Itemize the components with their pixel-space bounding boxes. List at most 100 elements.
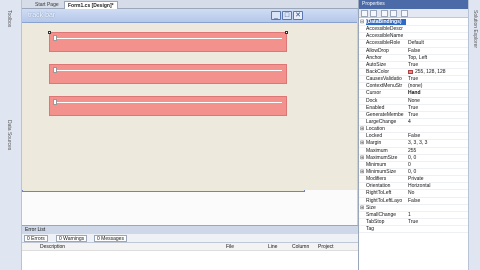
column-column[interactable]: Column bbox=[292, 243, 309, 251]
property-value[interactable]: True bbox=[408, 62, 468, 68]
property-row[interactable]: AllowDrop False bbox=[359, 48, 469, 55]
column-file[interactable]: File bbox=[226, 243, 234, 251]
property-row[interactable]: Tag bbox=[359, 226, 469, 234]
property-value[interactable]: 4 bbox=[408, 119, 468, 125]
property-row[interactable]: ⊞ MinimumSize 0, 0 bbox=[359, 169, 469, 177]
property-row[interactable]: RightToLeft No bbox=[359, 190, 469, 198]
property-value[interactable]: 3, 3, 3, 3 bbox=[408, 140, 468, 146]
property-row[interactable]: ⊞ Location bbox=[359, 126, 469, 134]
property-row[interactable]: ⊟ (DataBindings) bbox=[359, 19, 469, 27]
tab-form1-design[interactable]: Form1.cs [Design]* bbox=[64, 1, 118, 9]
property-value[interactable]: 1 bbox=[408, 212, 468, 218]
property-row[interactable]: Cursor Hand bbox=[359, 90, 469, 98]
tab-start-page[interactable]: Start Page bbox=[32, 1, 62, 9]
property-value[interactable]: 255, 128, 128 bbox=[408, 69, 468, 75]
property-row[interactable]: RightToLeftLayo False bbox=[359, 198, 469, 205]
solution-explorer-tab-label[interactable]: Solution Explorer bbox=[472, 10, 478, 48]
property-value[interactable]: True bbox=[408, 105, 468, 111]
close-button[interactable]: ✕ bbox=[293, 11, 303, 20]
solution-explorer-strip[interactable]: Solution Explorer bbox=[468, 0, 480, 270]
property-value[interactable]: False bbox=[408, 133, 468, 139]
categorized-icon[interactable] bbox=[361, 10, 368, 17]
property-name: Maximum bbox=[366, 147, 388, 154]
property-value[interactable]: 255 bbox=[408, 148, 468, 154]
property-value[interactable]: True bbox=[408, 112, 468, 118]
trackbar-thumb[interactable] bbox=[53, 35, 57, 41]
maximize-button[interactable]: □ bbox=[282, 11, 292, 20]
column-line[interactable]: Line bbox=[268, 243, 277, 251]
property-value[interactable]: (none) bbox=[408, 83, 468, 89]
toolbox-strip[interactable]: Toolbox Data Sources bbox=[0, 0, 22, 270]
expand-icon[interactable]: ⊞ bbox=[360, 169, 364, 175]
events-icon[interactable] bbox=[390, 10, 397, 17]
property-value[interactable]: Top, Left bbox=[408, 55, 468, 61]
property-row[interactable]: Orientation Horizontal bbox=[359, 183, 469, 191]
property-value[interactable]: True bbox=[408, 219, 468, 225]
properties-panel[interactable]: Properties ⊟ (DataBindings) AccessibleDesc… bbox=[358, 0, 469, 270]
toolbox-tab-label[interactable]: Toolbox bbox=[6, 10, 12, 27]
column-project[interactable]: Project bbox=[318, 243, 334, 251]
expand-icon[interactable]: ⊞ bbox=[360, 140, 364, 146]
messages-tab[interactable]: 0 Messages bbox=[94, 235, 127, 242]
property-row[interactable]: AutoSize True bbox=[359, 62, 469, 69]
expand-icon[interactable]: ⊞ bbox=[360, 205, 364, 211]
property-value[interactable]: None bbox=[408, 98, 468, 104]
form-titlebar[interactable]: track bar _ □ ✕ bbox=[22, 9, 357, 23]
error-list-panel[interactable]: Error List 0 Errors 0 Warnings 0 Message… bbox=[22, 225, 358, 270]
property-pages-icon[interactable] bbox=[401, 10, 408, 17]
expand-icon[interactable]: ⊟ bbox=[360, 19, 364, 25]
errors-tab[interactable]: 0 Errors bbox=[24, 235, 48, 242]
property-row[interactable]: Dock None bbox=[359, 98, 469, 105]
property-row[interactable]: Locked False bbox=[359, 133, 469, 141]
trackbar-1[interactable] bbox=[48, 31, 288, 52]
property-name: Enabled bbox=[366, 104, 385, 111]
column-description[interactable]: Description bbox=[40, 243, 65, 251]
property-row[interactable]: AccessibleName bbox=[359, 33, 469, 41]
form-window[interactable]: track bar _ □ ✕ bbox=[22, 9, 357, 192]
property-value[interactable]: 0 bbox=[408, 162, 468, 168]
properties-icon[interactable] bbox=[381, 10, 388, 17]
property-value[interactable]: False bbox=[408, 48, 468, 54]
property-value[interactable]: Hand bbox=[408, 90, 468, 96]
property-row[interactable]: AccessibleRole Default bbox=[359, 40, 469, 48]
property-value[interactable]: 0, 0 bbox=[408, 155, 468, 161]
warnings-tab[interactable]: 0 Warnings bbox=[56, 235, 88, 242]
trackbar-2[interactable] bbox=[49, 64, 287, 84]
property-row[interactable]: AccessibleDescr bbox=[359, 26, 469, 34]
trackbar-thumb[interactable] bbox=[53, 67, 57, 73]
property-value[interactable]: No bbox=[408, 190, 468, 196]
property-value[interactable]: Default bbox=[408, 40, 468, 46]
property-value[interactable]: True bbox=[408, 76, 468, 82]
property-row[interactable]: ⊞ MaximumSize 0, 0 bbox=[359, 155, 469, 162]
property-value[interactable]: False bbox=[408, 198, 468, 204]
resize-handle[interactable] bbox=[285, 31, 288, 34]
property-row[interactable]: SmallChange 1 bbox=[359, 212, 469, 219]
property-row[interactable]: Enabled True bbox=[359, 105, 469, 112]
property-row[interactable]: Maximum 255 bbox=[359, 148, 469, 155]
property-row[interactable]: ⊞ Size bbox=[359, 205, 469, 212]
trackbar-thumb[interactable] bbox=[53, 99, 57, 105]
property-row[interactable]: LargeChange 4 bbox=[359, 119, 469, 127]
property-row[interactable]: CausesValidatio True bbox=[359, 76, 469, 84]
expand-icon[interactable]: ⊞ bbox=[360, 155, 364, 161]
data-sources-tab-label[interactable]: Data Sources bbox=[6, 120, 12, 150]
property-value[interactable]: 0, 0 bbox=[408, 169, 468, 175]
property-row[interactable]: Modifiers Private bbox=[359, 176, 469, 184]
property-value[interactable]: Private bbox=[408, 176, 468, 182]
property-row[interactable]: TabStop True bbox=[359, 219, 469, 227]
designer-surface[interactable]: track bar _ □ ✕ bbox=[22, 9, 358, 225]
alphabetical-icon[interactable] bbox=[370, 10, 377, 17]
property-row[interactable]: GenerateMembe True bbox=[359, 112, 469, 119]
property-row[interactable]: Anchor Top, Left bbox=[359, 55, 469, 62]
resize-handle[interactable] bbox=[48, 31, 51, 34]
property-row[interactable]: Minimum 0 bbox=[359, 162, 469, 169]
expand-icon[interactable]: ⊞ bbox=[360, 126, 364, 132]
form-client-area[interactable] bbox=[22, 23, 357, 190]
trackbar-3[interactable] bbox=[49, 96, 287, 116]
minimize-button[interactable]: _ bbox=[271, 11, 281, 20]
property-row[interactable]: ⊞ Margin 3, 3, 3, 3 bbox=[359, 140, 469, 148]
property-row[interactable]: ContextMenuStr (none) bbox=[359, 83, 469, 91]
property-value[interactable]: Horizontal bbox=[408, 183, 468, 189]
property-grid[interactable]: ⊟ (DataBindings) AccessibleDescr Accessible… bbox=[359, 19, 469, 234]
property-row[interactable]: BackColor 255, 128, 128 bbox=[359, 69, 469, 77]
